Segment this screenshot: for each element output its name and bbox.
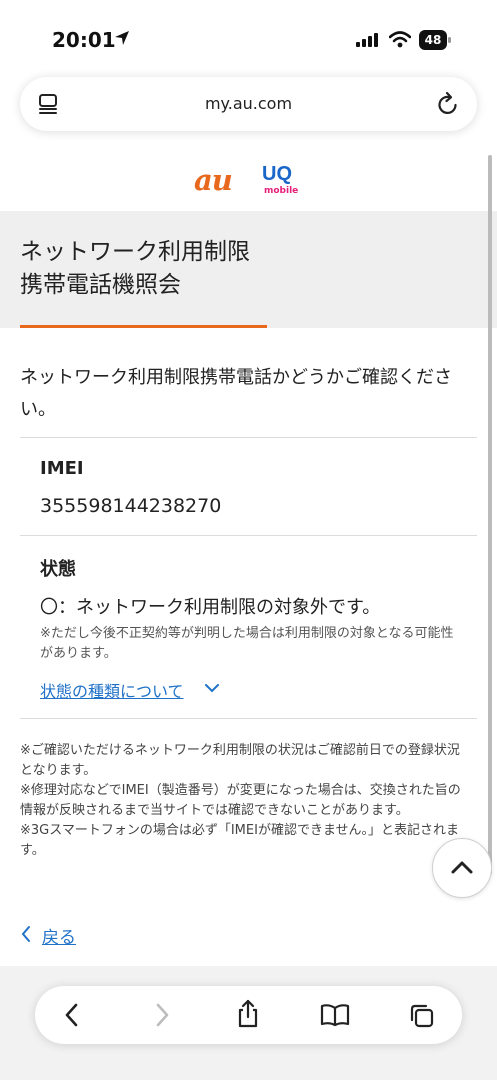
back-icon[interactable] — [63, 1001, 81, 1029]
status-bar: 20:01 48 — [0, 0, 497, 70]
divider — [20, 535, 477, 536]
imei-value: 355598144238270 — [40, 495, 222, 517]
divider — [20, 718, 477, 719]
bookmarks-icon[interactable] — [320, 1003, 350, 1027]
page-title-line2: 携帯電話機照会 — [20, 272, 181, 298]
note-item: ※ご確認いただけるネットワーク利用制限の状況はご確認前日での登録状況となります。 — [20, 743, 460, 778]
back-link-label[interactable]: 戻る — [42, 923, 76, 948]
wifi-icon — [389, 31, 411, 48]
signal-icon — [356, 33, 378, 47]
page-title-line1: ネットワーク利用制限 — [20, 239, 250, 265]
au-logo[interactable]: au — [194, 163, 233, 197]
imei-label: IMEI — [40, 458, 84, 479]
chevron-down-icon[interactable] — [205, 683, 219, 693]
scroll-top-icon — [451, 861, 473, 874]
note-item: ※修理対応などでIMEI（製造番号）が変更になった場合は、交換された旨の情報が反… — [20, 783, 461, 818]
status-label: 状態 — [40, 559, 76, 580]
url-text[interactable]: my.au.com — [20, 94, 477, 113]
location-arrow-icon — [115, 31, 129, 45]
divider — [20, 437, 477, 438]
address-bar[interactable]: my.au.com — [20, 77, 477, 131]
battery-level: 48 — [424, 33, 442, 47]
status-note: ※ただし今後不正契約等が判明した場合は利用制限の対象となる可能性があります。 — [40, 626, 454, 661]
scrollbar[interactable] — [488, 155, 492, 875]
note-item: ※3Gスマートフォンの場合は必ず「IMEIが確認できません。」と表記されます。 — [20, 823, 460, 858]
forward-icon — [156, 1003, 169, 1027]
uq-mobile-logo[interactable]: UQ — [262, 164, 292, 184]
back-chevron-icon — [21, 926, 30, 942]
share-icon[interactable] — [235, 999, 261, 1029]
title-underline — [20, 325, 267, 328]
browser-toolbar — [35, 986, 462, 1044]
status-types-link[interactable]: 状態の種類について — [40, 678, 184, 702]
reload-icon[interactable] — [437, 91, 459, 115]
scroll-top-button[interactable] — [432, 838, 492, 898]
intro-text: ネットワーク利用制限携帯電話かどうかご確認ください。 — [20, 367, 452, 420]
page-title: ネットワーク利用制限 携帯電話機照会 — [20, 236, 250, 302]
notes: ※ご確認いただけるネットワーク利用制限の状況はご確認前日での登録状況となります。… — [20, 741, 470, 861]
status-time: 20:01 — [52, 28, 116, 52]
status-value: 〇：ネットワーク利用制限の対象外です。 — [40, 597, 381, 618]
tabs-overview-icon[interactable] — [409, 1003, 435, 1029]
uq-mobile-logo-sub: mobile — [264, 186, 299, 196]
battery-icon: 48 — [419, 30, 453, 54]
